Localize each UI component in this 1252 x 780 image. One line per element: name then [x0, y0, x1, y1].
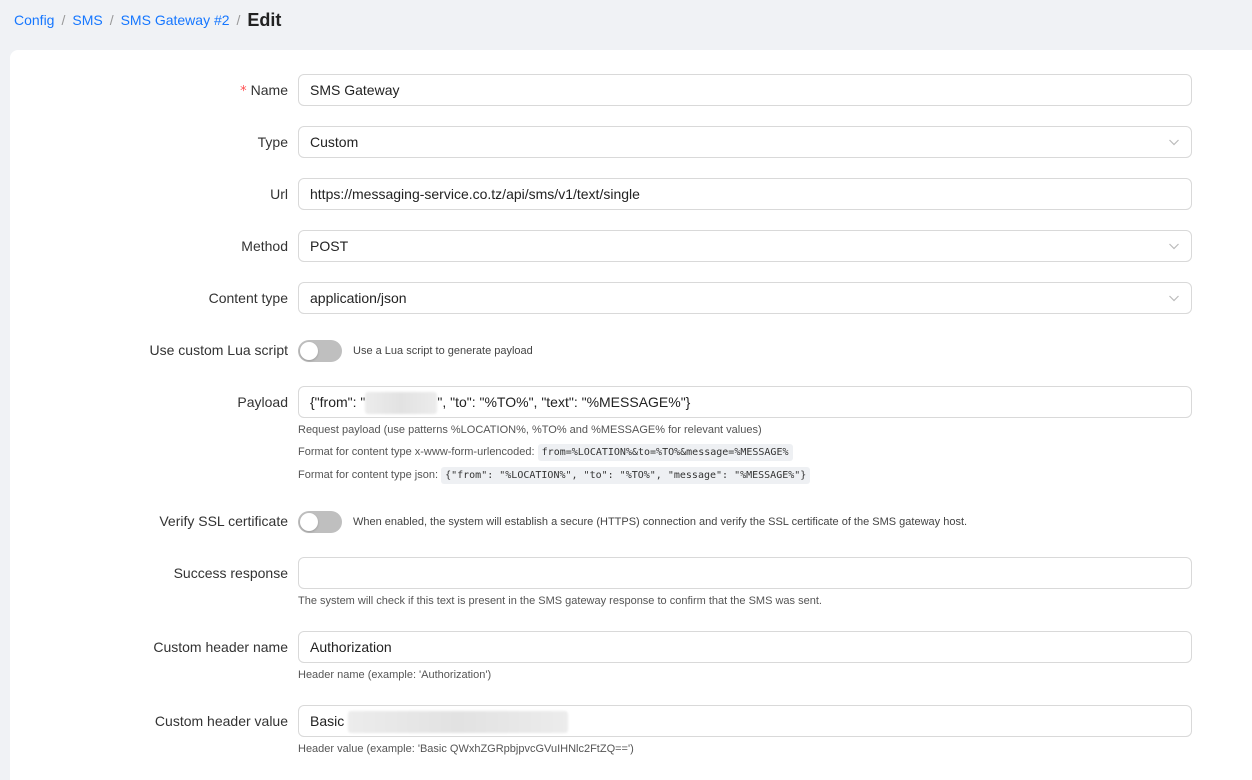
format-urlencoded-label: Format for content type x-www-form-urlen… — [298, 446, 535, 458]
payload-value-suffix: ", "to": "%TO%", "text": "%MESSAGE%"} — [437, 394, 691, 410]
content-type-select[interactable]: application/json — [298, 282, 1192, 314]
header-value-help: Header value (example: 'Basic QWxhZGRpbj… — [298, 743, 634, 755]
breadcrumb-separator: / — [61, 12, 66, 28]
ssl-label: Verify SSL certificate — [159, 513, 288, 529]
ssl-description: When enabled, the system will establish … — [353, 516, 968, 528]
header-value-input[interactable]: Basic — [298, 705, 1192, 737]
header-name-input[interactable]: Authorization — [298, 631, 1192, 663]
chevron-down-icon — [1169, 295, 1179, 302]
breadcrumb-separator: / — [109, 12, 114, 28]
name-input[interactable]: SMS Gateway — [298, 74, 1192, 106]
toggle-knob — [300, 342, 318, 360]
url-label: Url — [270, 186, 288, 202]
payload-format-json: Format for content type json: {"from": "… — [298, 467, 811, 484]
payload-input[interactable]: {"from": " ", "to": "%TO%", "text": "%MES… — [298, 386, 1192, 418]
lua-toggle[interactable] — [298, 340, 342, 362]
lua-description: Use a Lua script to generate payload — [353, 345, 533, 357]
content-type-label: Content type — [208, 290, 288, 306]
chevron-down-icon — [1169, 139, 1179, 146]
type-select[interactable]: Custom — [298, 126, 1192, 158]
breadcrumb-separator: / — [236, 12, 241, 28]
header-name-label: Custom header name — [153, 639, 288, 655]
edit-form-card: * Name SMS Gateway Type Custom Url https:… — [10, 50, 1252, 780]
header-name-help: Header name (example: 'Authorization') — [298, 669, 492, 681]
payload-value-prefix: {"from": " — [310, 394, 366, 410]
redacted-value — [348, 711, 569, 734]
payload-format-urlencoded: Format for content type x-www-form-urlen… — [298, 444, 793, 461]
breadcrumb: Config / SMS / SMS Gateway #2 / Edit — [14, 8, 281, 32]
payload-help: Request payload (use patterns %LOCATION%… — [298, 424, 762, 436]
content-type-select-value: application/json — [310, 290, 407, 306]
toggle-knob — [300, 513, 318, 531]
success-label: Success response — [173, 565, 288, 581]
type-label: Type — [257, 134, 288, 150]
page-title: Edit — [247, 9, 282, 30]
method-label: Method — [241, 238, 288, 254]
type-select-value: Custom — [310, 134, 359, 150]
method-select[interactable]: POST — [298, 230, 1192, 262]
payload-label: Payload — [237, 394, 288, 410]
breadcrumb-gateway-link[interactable]: SMS Gateway #2 — [121, 12, 230, 28]
name-label: * Name — [240, 82, 288, 99]
ssl-toggle[interactable] — [298, 511, 342, 533]
format-urlencoded-code: from=%LOCATION%&to=%TO%&message=%MESSAGE… — [537, 444, 793, 461]
lua-label: Use custom Lua script — [149, 342, 289, 358]
url-input[interactable]: https://messaging-service.co.tz/api/sms/… — [298, 178, 1192, 210]
format-json-code: {"from": "%LOCATION%", "to": "%TO%", "me… — [441, 467, 811, 484]
method-select-value: POST — [310, 238, 349, 254]
breadcrumb-sms-link[interactable]: SMS — [72, 12, 102, 28]
required-mark: * — [240, 84, 247, 99]
redacted-value — [365, 392, 438, 415]
breadcrumb-config-link[interactable]: Config — [14, 12, 54, 28]
header-value-label: Custom header value — [154, 713, 288, 729]
header-value-prefix: Basic — [310, 713, 345, 729]
chevron-down-icon — [1169, 243, 1179, 250]
success-input[interactable] — [298, 557, 1192, 589]
format-json-label: Format for content type json: — [298, 469, 439, 481]
success-help: The system will check if this text is pr… — [298, 595, 822, 607]
